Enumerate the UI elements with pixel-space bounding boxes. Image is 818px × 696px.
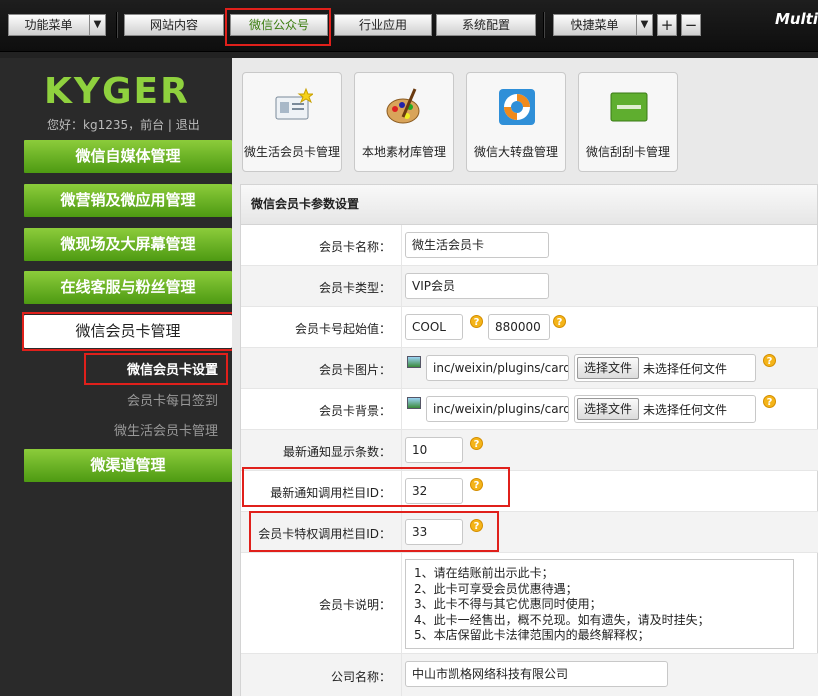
remove-quick-menu-button[interactable]: −: [681, 14, 701, 36]
add-quick-menu-button[interactable]: +: [657, 14, 677, 36]
kyger-logo: KYGER: [44, 72, 190, 108]
tab-label: 行业应用: [358, 18, 407, 32]
divider: [116, 12, 118, 38]
help-icon[interactable]: ?: [763, 354, 776, 367]
sidebar-item-life-card[interactable]: 微生活会员卡管理: [24, 420, 218, 439]
card-background-label: 会员卡背景：: [318, 404, 391, 418]
quick-link-material-library[interactable]: 本地素材库管理: [354, 72, 454, 172]
highlight-box: [249, 511, 499, 552]
choose-file-button[interactable]: 选择文件: [577, 398, 640, 420]
form-row-card-background: 会员卡背景： inc/weixin/plugins/card 选择文件 未选择任…: [241, 389, 818, 430]
sidebar-group-customer-service[interactable]: 在线客服与粉丝管理: [24, 271, 232, 304]
image-icon: [407, 356, 421, 368]
tab-label: 网站内容: [149, 18, 198, 32]
form-row-card-number: 会员卡号起始值： COOL ? 880000 ?: [241, 307, 818, 348]
form-cell: [401, 225, 402, 265]
quick-link-scratch-card[interactable]: 微信刮刮卡管理: [578, 72, 678, 172]
member-card-icon: [275, 87, 313, 120]
form-cell: [401, 553, 402, 653]
tab-system-config[interactable]: 系统配置: [436, 14, 536, 36]
card-background-path-input[interactable]: inc/weixin/plugins/card: [426, 396, 569, 422]
top-menu-bar: 功能菜单 ▼ 网站内容 微信公众号 行业应用 系统配置 快捷菜单 ▼ + − M…: [0, 0, 818, 52]
form-row-notice-count: 最新通知显示条数： 10 ?: [241, 430, 818, 471]
form-row-card-image: 会员卡图片： inc/weixin/plugins/card 选择文件 未选择任…: [241, 348, 818, 389]
palette-icon: [386, 88, 420, 124]
function-menu-label: 功能菜单: [24, 18, 73, 32]
sidebar: KYGER 您好：kg1235，前台 | 退出 微信自媒体管理 微营销及微应用管…: [0, 58, 234, 696]
plus-icon: +: [660, 16, 674, 34]
highlight-box: [225, 8, 331, 46]
card-start-input[interactable]: 880000: [488, 314, 550, 340]
highlight-box: [242, 467, 510, 507]
quick-menu-select[interactable]: 快捷菜单 ▼: [553, 14, 653, 36]
sidebar-group-micro-marketing[interactable]: 微营销及微应用管理: [24, 184, 232, 217]
logo-text: KYGER: [44, 72, 190, 108]
card-name-input[interactable]: 微生活会员卡: [405, 232, 549, 258]
form-cell: [401, 654, 402, 696]
file-status-text: 未选择任何文件: [643, 403, 728, 417]
tab-website-content[interactable]: 网站内容: [124, 14, 224, 36]
sidebar-group-micro-channel[interactable]: 微渠道管理: [24, 449, 232, 482]
card-background-file-input: 选择文件 未选择任何文件: [574, 395, 756, 423]
function-menu-select[interactable]: 功能菜单 ▼: [8, 14, 106, 36]
help-icon[interactable]: ?: [470, 315, 483, 328]
choose-file-button[interactable]: 选择文件: [577, 357, 640, 379]
form-row-description: 会员卡说明： 1、请在结账前出示此卡； 2、此卡可享受会员优惠待遇； 3、此卡不…: [241, 553, 818, 654]
notice-count-input[interactable]: 10: [405, 437, 463, 463]
card-image-label: 会员卡图片：: [318, 363, 391, 377]
lifebuoy-icon: [499, 89, 535, 125]
company-label: 公司名称：: [330, 670, 391, 684]
minus-icon: −: [684, 16, 698, 34]
member-card-settings-panel: 微信会员卡参数设置 会员卡名称： 微生活会员卡 会员卡类型： VIP会员 会员卡…: [240, 184, 818, 696]
form-cell: [401, 266, 402, 306]
brand-label: Multi: [774, 10, 818, 28]
main-content: 微生活会员卡管理 本地素材库管理 微信大转盘管理 微信刮刮卡管理 微信会员卡参数…: [232, 58, 818, 696]
help-icon[interactable]: ?: [470, 437, 483, 450]
form-cell: [401, 430, 402, 470]
quick-link-label: 微生活会员卡管理: [243, 145, 340, 159]
quick-menu-label: 快捷菜单: [570, 18, 619, 32]
sidebar-group-live-screen[interactable]: 微现场及大屏幕管理: [24, 228, 232, 261]
highlight-box: [22, 312, 234, 351]
sidebar-group-wechat-media[interactable]: 微信自媒体管理: [24, 140, 232, 173]
card-image-file-input: 选择文件 未选择任何文件: [574, 354, 756, 382]
highlight-box: [84, 353, 228, 385]
description-label: 会员卡说明：: [318, 598, 391, 612]
form-cell: [401, 348, 402, 388]
form-cell: [401, 307, 402, 347]
form-row-company: 公司名称： 中山市凯格网络科技有限公司: [241, 654, 818, 696]
tab-label: 系统配置: [461, 18, 510, 32]
notice-count-label: 最新通知显示条数：: [282, 445, 391, 459]
card-number-label: 会员卡号起始值：: [294, 322, 391, 336]
image-icon: [407, 397, 421, 409]
scratch-card-icon: [610, 92, 648, 122]
card-name-label: 会员卡名称：: [318, 240, 391, 254]
form-row-card-name: 会员卡名称： 微生活会员卡: [241, 225, 818, 266]
card-prefix-input[interactable]: COOL: [405, 314, 463, 340]
panel-title: 微信会员卡参数设置: [241, 185, 817, 225]
company-input[interactable]: 中山市凯格网络科技有限公司: [405, 661, 668, 687]
file-status-text: 未选择任何文件: [643, 362, 728, 376]
user-greeting[interactable]: 您好：kg1235，前台 | 退出: [47, 116, 200, 133]
quick-link-label: 微信大转盘管理: [473, 145, 558, 159]
quick-link-label: 本地素材库管理: [361, 145, 446, 159]
help-icon[interactable]: ?: [763, 395, 776, 408]
quick-link-member-card[interactable]: 微生活会员卡管理: [242, 72, 342, 172]
form-cell: [401, 389, 402, 429]
sidebar-item-daily-checkin[interactable]: 会员卡每日签到: [24, 390, 218, 409]
form-row-card-type: 会员卡类型： VIP会员: [241, 266, 818, 307]
card-type-input[interactable]: VIP会员: [405, 273, 549, 299]
tab-industry-apps[interactable]: 行业应用: [334, 14, 432, 36]
card-type-label: 会员卡类型：: [318, 281, 391, 295]
quick-link-wheel[interactable]: 微信大转盘管理: [466, 72, 566, 172]
description-textarea[interactable]: 1、请在结账前出示此卡； 2、此卡可享受会员优惠待遇； 3、此卡不得与其它优惠同…: [405, 559, 794, 649]
card-image-path-input[interactable]: inc/weixin/plugins/card: [426, 355, 569, 381]
help-icon[interactable]: ?: [553, 315, 566, 328]
quick-link-label: 微信刮刮卡管理: [585, 145, 670, 159]
divider: [543, 12, 545, 38]
chevron-down-icon: ▼: [636, 15, 652, 35]
chevron-down-icon: ▼: [89, 15, 105, 35]
